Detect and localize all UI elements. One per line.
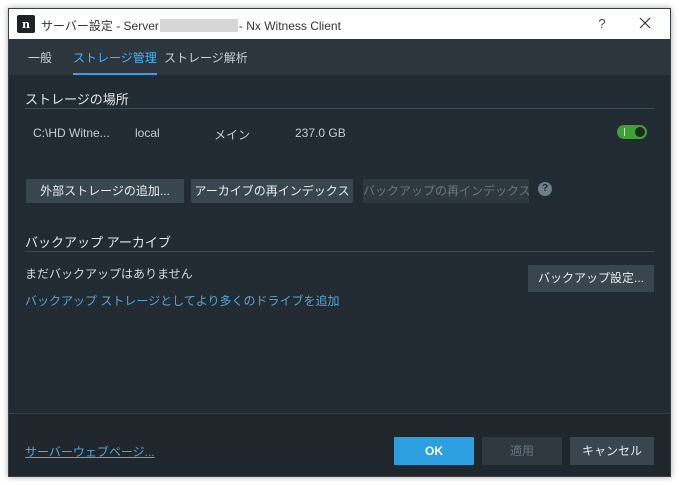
tab-bar: 一般 ストレージ管理 ストレージ解析 <box>9 39 670 75</box>
add-external-storage-button[interactable]: 外部ストレージの追加... <box>26 179 184 203</box>
tab-general[interactable]: 一般 <box>28 39 52 75</box>
window-title-prefix: サーバー設定 - Server <box>41 19 159 33</box>
storage-divider <box>25 108 654 109</box>
backup-status: まだバックアップはありません <box>25 267 193 281</box>
reindex-backup-button[interactable]: バックアップの再インデックス <box>363 179 531 203</box>
backup-divider <box>25 251 654 252</box>
toggle-knob <box>635 127 645 137</box>
close-button[interactable] <box>633 13 657 35</box>
redacted-server-name <box>159 19 238 32</box>
storage-enabled-toggle[interactable] <box>617 125 647 139</box>
add-backup-drive-link[interactable]: バックアップ ストレージとしてより多くのドライブを追加 <box>25 292 340 309</box>
server-settings-dialog: n サーバー設定 - Server - Nx Witness Client ? 一… <box>8 8 671 477</box>
storage-locations-title: ストレージの場所 <box>25 92 129 107</box>
window-title: サーバー設定 - Server - Nx Witness Client <box>41 17 341 34</box>
tab-storage-management[interactable]: ストレージ管理 <box>73 39 157 75</box>
storage-path: C:\HD Witne... <box>33 126 110 140</box>
ok-button[interactable]: OK <box>394 437 474 465</box>
title-bar: n サーバー設定 - Server - Nx Witness Client ? <box>9 9 670 39</box>
dialog-footer: サーバーウェブページ... OK 適用 キャンセル <box>9 413 670 476</box>
reindex-archive-button[interactable]: アーカイブの再インデックス <box>191 179 353 203</box>
backup-archive-title: バックアップ アーカイブ <box>25 235 171 250</box>
app-logo-icon: n <box>17 15 35 33</box>
backup-settings-button[interactable]: バックアップ設定... <box>528 265 654 292</box>
cancel-button[interactable]: キャンセル <box>570 437 654 465</box>
storage-size: 237.0 GB <box>295 126 346 140</box>
toggle-on-mark <box>624 128 625 136</box>
storage-role: メイン <box>214 128 251 142</box>
tab-storage-analytics[interactable]: ストレージ解析 <box>164 39 248 75</box>
storage-type: local <box>135 126 160 140</box>
help-button[interactable]: ? <box>592 14 612 34</box>
server-web-page-link[interactable]: サーバーウェブページ... <box>25 443 155 460</box>
help-icon[interactable]: ? <box>538 182 552 196</box>
apply-button[interactable]: 適用 <box>482 437 562 465</box>
close-icon <box>639 17 651 29</box>
window-title-suffix: - Nx Witness Client <box>238 19 341 33</box>
